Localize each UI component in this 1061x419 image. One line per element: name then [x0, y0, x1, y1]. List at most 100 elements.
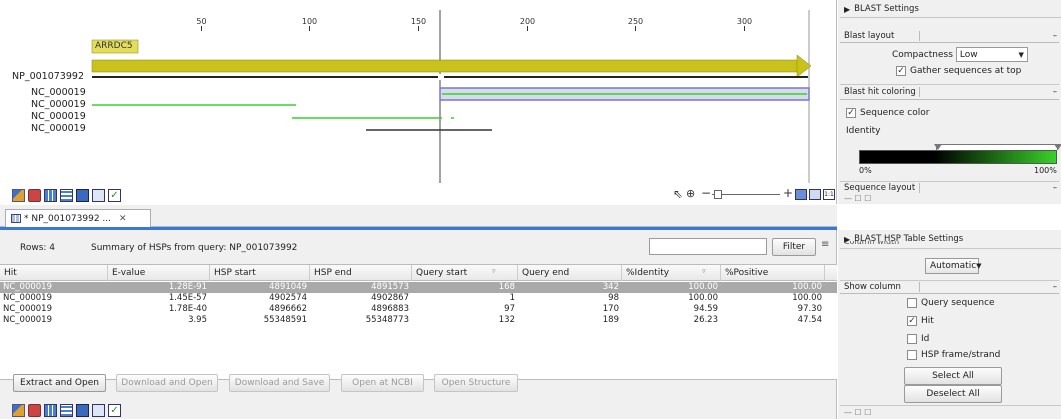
ruler-tick-label: 300: [737, 17, 752, 26]
export-icon[interactable]: ✓: [108, 189, 121, 202]
sort-icon[interactable]: ▿: [702, 267, 706, 275]
column-checkbox[interactable]: ✓: [907, 316, 917, 326]
sequence-layout-header[interactable]: Sequence layout –: [840, 181, 1059, 194]
table-tab-icon: [11, 214, 21, 223]
table-cell: 100.00: [792, 282, 822, 292]
fit-width-icon[interactable]: [795, 189, 807, 200]
table-cell: 4891573: [371, 282, 409, 292]
gradient-min-label: 0%: [859, 166, 872, 175]
table-cell: 168: [498, 282, 515, 292]
download-and-save-button[interactable]: Download and Save: [229, 374, 330, 392]
identity-label: Identity: [846, 126, 881, 136]
column-header[interactable]: %Identity: [622, 265, 721, 281]
rows-count: Rows: 4: [20, 243, 56, 253]
collapse-icon[interactable]: –: [1053, 31, 1057, 41]
fit-all-icon[interactable]: [809, 189, 821, 200]
table-view-icon[interactable]: [28, 189, 41, 202]
column-header[interactable]: HSP start: [210, 265, 310, 281]
table-cell: 98: [608, 293, 619, 303]
ruler-tick-label: 200: [520, 17, 535, 26]
collapse-icon[interactable]: –: [1053, 282, 1057, 292]
close-tab-icon[interactable]: ✕: [119, 214, 127, 224]
table-cell: 189: [602, 315, 619, 325]
table-cell: 1.28E-91: [168, 282, 207, 292]
editor-tab[interactable]: * NP_001073992 ... ✕: [5, 209, 151, 227]
zoom-slider[interactable]: [712, 194, 780, 195]
column-checkbox-label: Query sequence: [921, 298, 995, 308]
extract-and-open-button[interactable]: Extract and Open: [13, 374, 106, 392]
grid-icon[interactable]: [44, 189, 57, 202]
table-row[interactable]: NC_000019 1.78E-40 4896662 4896883 97 170 94.5…: [0, 304, 837, 315]
open-at-ncbi-button[interactable]: Open at NCBI: [341, 374, 424, 392]
column-checkbox[interactable]: [907, 334, 917, 344]
graphical-view-icon[interactable]: [12, 189, 25, 202]
chevron-down-icon: ▼: [976, 262, 982, 270]
table-row[interactable]: NC_000019 1.28E-91 4891049 4891573 168 342 100…: [0, 282, 837, 293]
open-structure-button[interactable]: Open Structure: [434, 374, 518, 392]
blast-graphical-view[interactable]: 50 100 150 200 250 300 ARRDC5 NP_001073992 NC…: [0, 0, 837, 204]
table-cell: 4896662: [269, 304, 307, 314]
editor-tab-label: * NP_001073992 ...: [24, 213, 111, 224]
column-checkbox-label: Hit: [921, 316, 934, 326]
table-cell: 170: [602, 304, 619, 314]
table-cell: 132: [498, 315, 515, 325]
column-header[interactable]: Query start: [412, 265, 518, 281]
export-icon[interactable]: ✓: [108, 404, 121, 417]
column-checkbox[interactable]: [907, 298, 917, 308]
blast-hit-coloring-header[interactable]: Blast hit coloring –: [840, 84, 1059, 100]
sequence-color-checkbox[interactable]: ✓: [846, 108, 856, 118]
list-icon[interactable]: [60, 189, 73, 202]
table-cell: 4896883: [371, 304, 409, 314]
table-cell: 4902574: [269, 293, 307, 303]
zoom-slider-thumb[interactable]: [714, 190, 722, 199]
table-cell: 26.23: [693, 315, 718, 325]
ruler-tick-label: 100: [302, 17, 317, 26]
show-column-header[interactable]: Show column –: [840, 280, 1059, 294]
grid-icon[interactable]: [44, 404, 57, 417]
zoom-in-icon[interactable]: ⊕: [686, 187, 695, 200]
column-header[interactable]: Hit: [0, 265, 108, 281]
history-icon[interactable]: [76, 189, 89, 202]
column-checkbox[interactable]: [907, 350, 917, 360]
zoom-plus-icon[interactable]: +: [783, 186, 793, 200]
column-header[interactable]: Query end: [518, 265, 622, 281]
deselect-all-button[interactable]: Deselect All: [904, 385, 1002, 403]
alignment-canvas[interactable]: 50 100 150 200 250 300: [0, 0, 837, 186]
width-select[interactable]: Automatic ▼: [925, 258, 982, 274]
download-and-open-button[interactable]: Download and Open: [116, 374, 218, 392]
gene-bar: [91, 59, 799, 73]
gene-label: ARRDC5: [95, 41, 133, 51]
column-menu-icon[interactable]: ≡: [821, 239, 829, 250]
collapse-icon[interactable]: –: [1053, 87, 1057, 97]
list-icon[interactable]: [60, 404, 73, 417]
text-view-icon[interactable]: [92, 189, 105, 202]
zoom-out-icon[interactable]: −: [701, 186, 711, 200]
identity-gradient-bar[interactable]: [859, 150, 1057, 164]
table-row[interactable]: NC_000019 3.95 55348591 55348773 132 189 26.23…: [0, 315, 837, 326]
table-cell: 4891049: [269, 282, 307, 292]
graphical-view-icon[interactable]: [12, 404, 25, 417]
sort-icon[interactable]: ▿: [492, 267, 496, 275]
table-row[interactable]: NC_000019 1.45E-57 4902574 4902867 1 98 100.00…: [0, 293, 837, 304]
collapse-icon[interactable]: –: [1053, 183, 1057, 193]
column-header[interactable]: HSP end: [310, 265, 412, 281]
filter-input[interactable]: [649, 238, 767, 255]
column-width-label: Column width: [844, 241, 900, 246]
filter-button[interactable]: Filter: [772, 238, 816, 256]
column-header[interactable]: E-value: [108, 265, 210, 281]
column-header[interactable]: %Positive: [721, 265, 825, 281]
zoom-100-icon[interactable]: 1:1: [823, 189, 835, 200]
compactness-label: Compactness: [892, 49, 953, 60]
gather-checkbox[interactable]: ✓: [896, 66, 906, 76]
select-all-button[interactable]: Select All: [904, 367, 1002, 385]
history-icon[interactable]: [76, 404, 89, 417]
select-tool-icon[interactable]: ⇖: [673, 187, 683, 201]
compactness-select[interactable]: Low ▼: [955, 47, 1028, 62]
text-view-icon[interactable]: [92, 404, 105, 417]
hsp-table[interactable]: Hit E-value HSP start HSP end Query start ▿ Qu…: [0, 264, 837, 380]
expand-icon[interactable]: ▶: [844, 5, 850, 14]
blast-layout-header[interactable]: Blast layout –: [840, 30, 1059, 43]
table-cell: 97: [504, 304, 515, 314]
table-view-icon[interactable]: [28, 404, 41, 417]
table-cell: NC_000019: [3, 315, 52, 325]
